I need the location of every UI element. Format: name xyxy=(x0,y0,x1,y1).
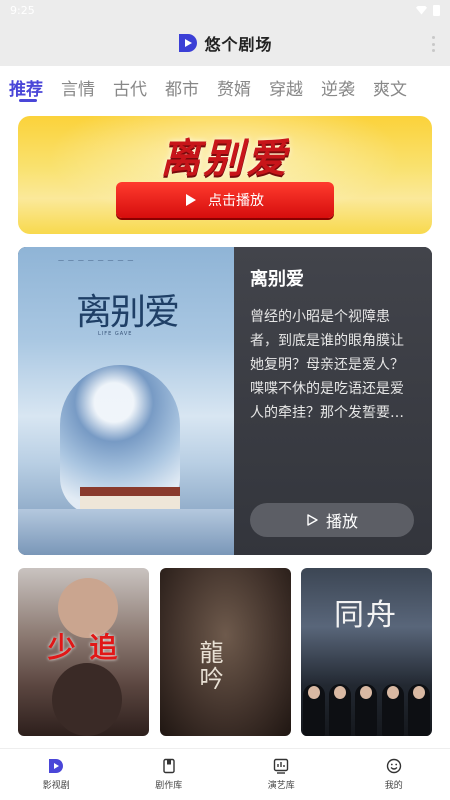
banner-play-button[interactable]: 点击播放 xyxy=(116,182,334,218)
drama-thumbnail[interactable]: 同舟 xyxy=(301,568,432,736)
drama-thumbnail[interactable]: 龍吟 xyxy=(159,568,291,736)
nav-item-profile[interactable]: 我的 xyxy=(338,749,450,800)
thumbnail-overlay-text: 同舟 xyxy=(334,598,398,633)
smiley-icon xyxy=(386,758,401,774)
poster-palace-image xyxy=(80,487,180,509)
more-options-icon[interactable] xyxy=(432,36,436,52)
bottom-navigation: 影视剧 剧作库 演艺库 我的 xyxy=(0,748,450,800)
nav-item-performer-library[interactable]: 演艺库 xyxy=(225,749,338,800)
wifi-icon xyxy=(416,5,427,15)
featured-play-label: 播放 xyxy=(325,512,358,531)
thumbnail-cast-image xyxy=(301,676,432,736)
tab-romance[interactable]: 言情 xyxy=(61,66,113,108)
status-bar: 9:25 xyxy=(0,0,450,20)
poster-title: 离别爱 xyxy=(76,292,180,333)
play-logo-icon xyxy=(49,759,64,773)
battery-icon xyxy=(433,4,440,16)
tab-comeback[interactable]: 逆袭 xyxy=(321,66,373,108)
thumbnail-overlay-text: 龍吟 xyxy=(199,639,224,693)
app-logo-icon xyxy=(179,34,198,52)
tab-label: 古代 xyxy=(113,79,147,100)
tab-label: 赘婿 xyxy=(217,79,251,100)
poster-base-image xyxy=(18,509,234,555)
tab-label: 推荐 xyxy=(9,79,43,100)
featured-description: 曾经的小昭是个视障患者，到底是谁的眼角膜让她复明？母亲还是爱人？喋喋不休的是吃语… xyxy=(250,309,404,421)
nav-item-dramas[interactable]: 影视剧 xyxy=(0,749,113,800)
play-icon xyxy=(186,194,196,206)
title-bar: 悠个剧场 xyxy=(0,20,450,66)
promo-banner[interactable]: 离别爱 点击播放 xyxy=(18,116,432,234)
tab-active-indicator xyxy=(19,99,37,102)
book-icon xyxy=(163,758,175,774)
tab-label: 言情 xyxy=(61,79,95,100)
banner-title: 离别爱 xyxy=(160,136,290,182)
featured-title: 离别爱 xyxy=(250,269,304,290)
chart-icon xyxy=(274,758,289,774)
poster-subtitle: LIFE GAVE xyxy=(98,331,133,337)
app-title: 悠个剧场 xyxy=(204,35,273,54)
featured-poster[interactable]: — — — — — — — — 离别爱 LIFE GAVE xyxy=(18,247,234,555)
tab-label: 都市 xyxy=(165,79,199,100)
tab-satisfying[interactable]: 爽文 xyxy=(373,66,425,108)
tab-recommend[interactable]: 推荐 xyxy=(9,66,61,108)
category-tabs: 推荐 言情 古代 都市 赘婿 穿越 逆袭 爽文 xyxy=(0,66,450,108)
nav-label: 我的 xyxy=(384,781,403,791)
tab-label: 逆袭 xyxy=(321,79,355,100)
nav-item-script-library[interactable]: 剧作库 xyxy=(113,749,226,800)
nav-label: 剧作库 xyxy=(155,781,183,791)
tab-label: 爽文 xyxy=(373,79,407,100)
tab-ancient[interactable]: 古代 xyxy=(113,66,165,108)
drama-thumbnail[interactable]: 少 追 xyxy=(18,568,149,736)
tab-time-travel[interactable]: 穿越 xyxy=(269,66,321,108)
featured-play-button[interactable]: 播放 xyxy=(250,503,414,537)
drama-thumbnail-row: 少 追 龍吟 同舟 xyxy=(18,568,432,736)
featured-drama-card[interactable]: — — — — — — — — 离别爱 LIFE GAVE 离别爱 曾经的小昭是… xyxy=(18,247,432,555)
banner-play-label: 点击播放 xyxy=(208,193,264,209)
status-time: 9:25 xyxy=(10,3,35,17)
tab-urban[interactable]: 都市 xyxy=(165,66,217,108)
tab-son-in-law[interactable]: 赘婿 xyxy=(217,66,269,108)
thumbnail-overlay-text: 少 追 xyxy=(47,631,120,664)
status-icons xyxy=(416,4,440,16)
thumbnail-face-image xyxy=(52,663,122,736)
nav-label: 演艺库 xyxy=(267,781,295,791)
featured-info: 离别爱 曾经的小昭是个视障患者，到底是谁的眼角膜让她复明？母亲还是爱人？喋喋不休… xyxy=(234,247,432,555)
play-outline-icon xyxy=(307,514,318,526)
tab-label: 穿越 xyxy=(269,79,303,100)
poster-credits: — — — — — — — — xyxy=(58,257,135,264)
nav-label: 影视剧 xyxy=(42,781,70,791)
